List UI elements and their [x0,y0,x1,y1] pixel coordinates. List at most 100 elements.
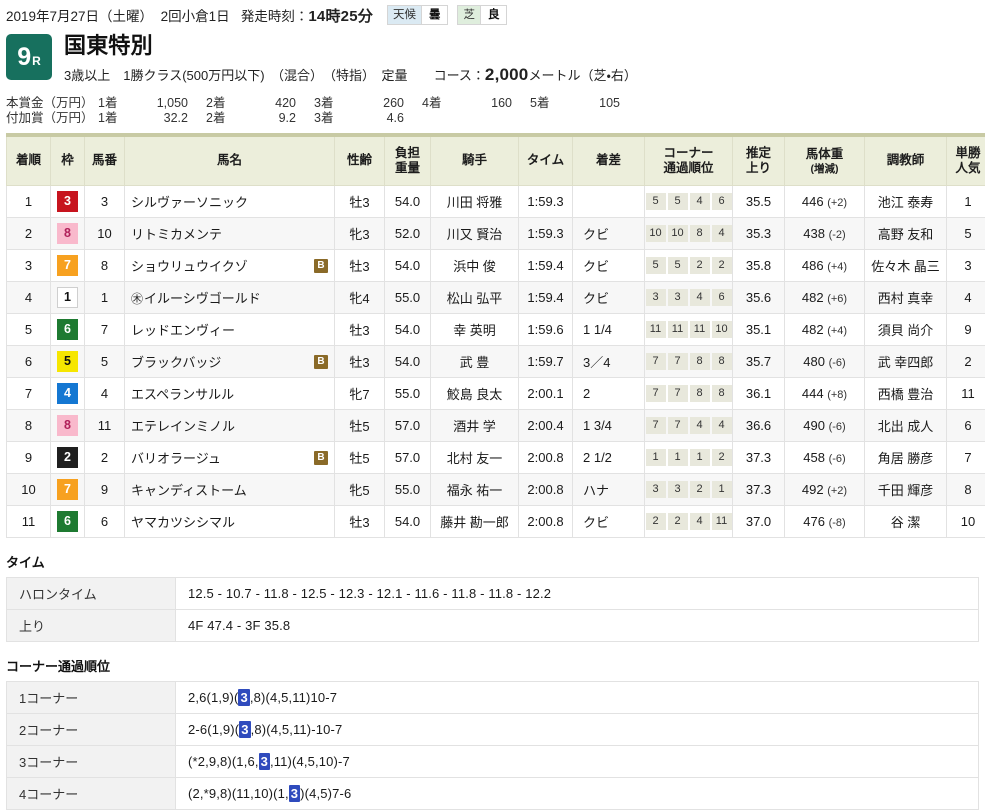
jockey-name[interactable]: 藤井 勘一郎 [431,506,519,538]
trainer-name[interactable]: 角居 勝彦 [865,442,947,474]
corner-position-chip: 10 [668,225,688,242]
horse-name-cell[interactable]: エスペランサルル [125,378,335,410]
post-time-label: 発走時刻： [241,5,309,25]
header-popularity: 単勝 人気 [947,135,985,186]
trainer-name[interactable]: 池江 泰寿 [865,186,947,218]
horse-name-cell[interactable]: ブラックバッジB [125,346,335,378]
horse-name-link[interactable]: ショウリュウイクゾ [131,256,248,275]
trainer-name[interactable]: 西橋 豊治 [865,378,947,410]
main-prize-pos-2: 2着 [206,96,232,111]
horse-weight-cell: 482 (+6) [785,282,865,314]
table-row: 378ショウリュウイクゾB牡354.0浜中 俊1:59.4クビ552235.84… [7,250,985,282]
sex-age: 牡5 [335,410,385,442]
jockey-name[interactable]: 福永 祐一 [431,474,519,506]
horse-name-link[interactable]: キャンディストーム [131,480,247,499]
trainer-name[interactable]: 北出 成人 [865,410,947,442]
horse-name-cell[interactable]: バリオラージュB [125,442,335,474]
highlighted-horse-number: 3 [289,785,300,802]
jockey-name[interactable]: 幸 英明 [431,314,519,346]
trainer-name[interactable]: 武 幸四郎 [865,346,947,378]
jockey-name[interactable]: 鮫島 良太 [431,378,519,410]
horse-name-cell[interactable]: ㊍イルーシヴゴールド [125,282,335,314]
race-result-table: 着順 枠 馬番 馬名 性齢 負担 重量 騎手 タイム 着差 コーナー 通過順位 … [6,133,985,538]
horse-weight-cell: 490 (-6) [785,410,865,442]
blinker-badge: B [314,259,328,273]
jockey-name[interactable]: 川又 賢治 [431,218,519,250]
trainer-name[interactable]: 高野 友和 [865,218,947,250]
corner-position-chip: 5 [668,193,688,210]
horse-number: 2 [85,442,125,474]
carried-weight: 52.0 [385,218,431,250]
horse-name-link[interactable]: シルヴァーソニック [131,192,248,211]
race-conditions-line: 3歳以上 1勝クラス(500万円以下) （混合） （特指） 定量 コース： 2,… [64,65,637,85]
corner-position-chip: 1 [668,449,688,466]
corner-label: 4コーナー [7,778,176,810]
horse-name-link[interactable]: イルーシヴゴールド [144,288,261,307]
horse-weight-delta: (+2) [827,485,847,497]
trainer-name[interactable]: 西村 真幸 [865,282,947,314]
margin: クビ [573,282,645,314]
corner-position-chips: 3346 [649,289,728,306]
horse-name-link[interactable]: レッドエンヴィー [131,320,235,339]
horse-weight-delta: (-2) [829,229,846,241]
horse-name-cell[interactable]: エテレインミノル [125,410,335,442]
trainer-name[interactable]: 須貝 尚介 [865,314,947,346]
trainer-name[interactable]: 谷 潔 [865,506,947,538]
corner-position-chip: 4 [690,513,710,530]
horse-name-link[interactable]: バリオラージュ [131,448,221,467]
trainer-name[interactable]: 千田 輝彦 [865,474,947,506]
horse-weight-cell: 446 (+2) [785,186,865,218]
corner-position-chip: 3 [668,481,688,498]
corner-order-suffix: ,8)(4,5,11)10-7 [250,690,337,705]
trainer-name[interactable]: 佐々木 晶三 [865,250,947,282]
horse-name-link[interactable]: エテレインミノル [131,416,235,435]
jockey-name[interactable]: 武 豊 [431,346,519,378]
horse-name-cell[interactable]: ヤマカツシシマル [125,506,335,538]
horse-name-link[interactable]: ヤマカツシシマル [131,512,235,531]
carried-weight: 54.0 [385,314,431,346]
horse-weight-value: 476 [803,514,828,529]
corner-position-chips: 22411 [649,513,728,530]
jockey-name[interactable]: 浜中 俊 [431,250,519,282]
frame-color-box: 7 [57,479,78,500]
horse-name-cell[interactable]: ショウリュウイクゾ B [125,250,335,282]
finish-position: 8 [7,410,51,442]
corner-positions: 22411 [645,506,733,538]
main-prize-amount-2: 420 [232,96,314,111]
corner-positions: 7788 [645,378,733,410]
corner-position-chip: 7 [668,417,688,434]
jockey-name[interactable]: 松山 弘平 [431,282,519,314]
horse-name-cell[interactable]: レッドエンヴィー [125,314,335,346]
table-row: 1166ヤマカツシシマル牡354.0藤井 勘一郎2:00.8クビ2241137.… [7,506,985,538]
jockey-name[interactable]: 北村 友一 [431,442,519,474]
finish-position: 2 [7,218,51,250]
horse-name-cell[interactable]: キャンディストーム [125,474,335,506]
race-header: 9R 国東特別 3歳以上 1勝クラス(500万円以下) （混合） （特指） 定量… [0,29,985,85]
jockey-name[interactable]: 川田 将雅 [431,186,519,218]
corner-position-chip: 2 [646,513,666,530]
margin: クビ [573,506,645,538]
table-row: 567レッドエンヴィー牡354.0幸 英明1:59.61 1/411111110… [7,314,985,346]
sex-age: 牡3 [335,506,385,538]
corner-position-chip: 4 [712,225,732,242]
horse-name-link[interactable]: リトミカメンテ [131,224,222,243]
corner-position-chip: 11 [646,321,666,338]
horse-name-cell[interactable]: シルヴァーソニック [125,186,335,218]
table-row: 133シルヴァーソニック牡354.0川田 将雅1:59.3554635.5446… [7,186,985,218]
horse-name-link[interactable]: エスペランサルル [131,384,234,403]
main-prize-pos-5: 5着 [530,96,556,111]
corner-order-prefix: 2-6(1,9)( [188,722,239,737]
horse-name-link[interactable]: ブラックバッジ [131,352,221,371]
win-popularity: 10 [947,506,985,538]
race-meeting: 2回小倉1日 [161,5,230,25]
jockey-name[interactable]: 酒井 学 [431,410,519,442]
frame-color-box: 8 [57,415,78,436]
frame-color-box: 2 [57,447,78,468]
sex-age: 牡3 [335,346,385,378]
frame-number-badge: 4 [51,378,85,410]
corner-label: 2コーナー [7,714,176,746]
corner-position-chip: 5 [668,257,688,274]
horse-name-cell[interactable]: リトミカメンテ [125,218,335,250]
main-prize-amount-4: 160 [448,96,530,111]
horse-weight-cell: 476 (-8) [785,506,865,538]
